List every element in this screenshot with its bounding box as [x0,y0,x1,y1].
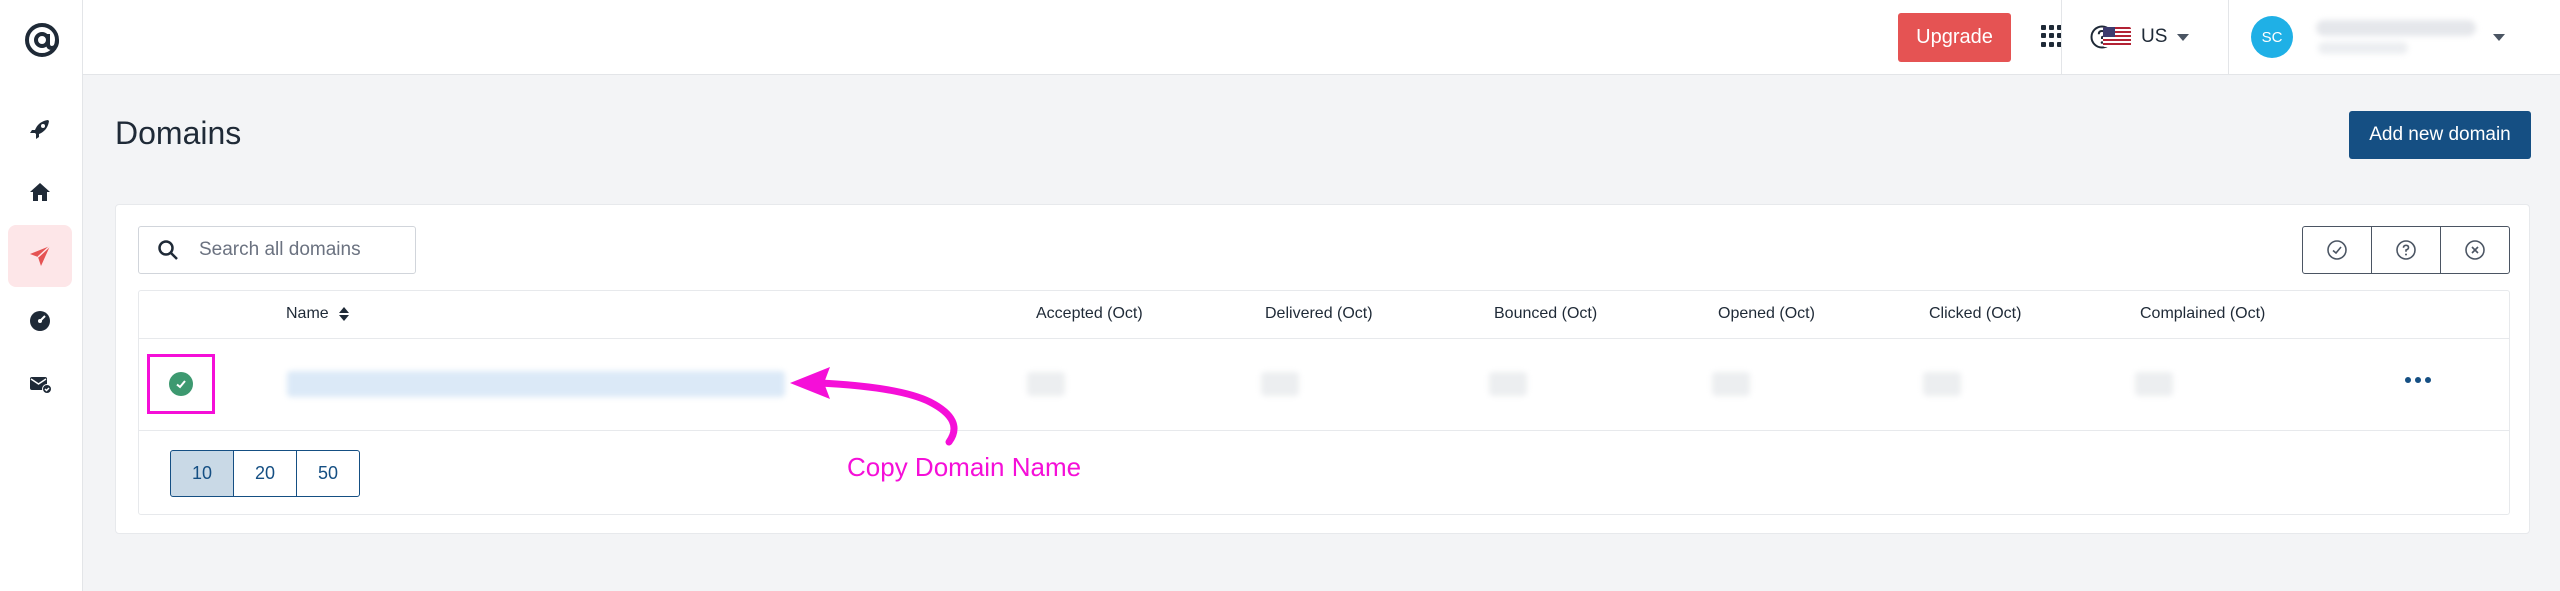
page-title: Domains [115,115,242,151]
annotation-label: Copy Domain Name [847,452,1082,482]
status-highlight-box [147,354,215,414]
add-new-domain-button[interactable]: Add new domain [2349,111,2531,159]
filter-unverified-button[interactable] [2371,226,2441,274]
table-row[interactable] [139,339,2509,431]
apps-grid-icon[interactable] [2041,25,2063,47]
account-chevron-down-icon[interactable] [2493,34,2505,41]
row-actions-more-icon[interactable] [2405,377,2431,383]
search-box[interactable] [138,226,416,274]
clicked-count-redacted [1923,372,1961,396]
sidebar-item-analytics[interactable] [8,290,72,352]
logo-icon[interactable] [22,20,62,60]
rocket-icon [30,120,49,139]
column-header-delivered: Delivered (Oct) [1265,305,1373,322]
column-header-complained: Complained (Oct) [2140,305,2266,322]
filter-verified-button[interactable] [2302,226,2372,274]
send-icon [30,245,51,266]
verified-status-icon [169,372,193,396]
table-header: Name Accepted (Oct) Delivered (Oct) Boun… [139,291,2509,339]
question-circle-icon [2396,240,2416,260]
delivered-count-redacted [1261,372,1299,396]
topbar-divider [2228,0,2229,75]
region-label: US [2141,26,2168,47]
check-circle-icon [2327,240,2347,260]
chevron-down-icon [2177,33,2190,41]
sort-icon[interactable] [338,306,349,322]
us-flag-icon [2103,27,2131,47]
domains-card: Name Accepted (Oct) Delivered (Oct) Boun… [115,204,2530,534]
search-input[interactable] [199,239,399,261]
page-size-selector: 10 20 50 [170,450,360,497]
sidebar-item-home[interactable] [8,161,72,223]
topbar-divider [2061,0,2062,75]
page-size-10-button[interactable]: 10 [170,450,234,497]
status-filter-group [2302,226,2510,274]
annotation-arrow [790,367,958,446]
mail-check-icon [30,377,52,394]
home-icon [30,183,50,201]
avatar[interactable]: SC [2251,16,2293,58]
sidebar [0,0,83,591]
column-header-clicked: Clicked (Oct) [1929,305,2022,322]
account-name-redacted[interactable] [2316,16,2476,56]
filter-disabled-button[interactable] [2440,226,2510,274]
accepted-count-redacted [1027,372,1065,396]
column-header-accepted: Accepted (Oct) [1036,305,1143,322]
sidebar-item-getting-started[interactable] [8,98,72,160]
x-circle-icon [2465,240,2485,260]
column-header-name[interactable]: Name [286,305,349,323]
page-size-20-button[interactable]: 20 [233,450,297,497]
search-icon [158,240,178,260]
domain-name-redacted[interactable] [287,371,785,397]
sidebar-item-validations[interactable] [8,353,72,415]
opened-count-redacted [1712,372,1750,396]
sidebar-item-sending[interactable] [8,225,72,287]
complained-count-redacted [2135,372,2173,396]
column-header-opened: Opened (Oct) [1718,305,1815,322]
column-header-bounced: Bounced (Oct) [1494,305,1598,322]
topbar: Upgrade US SC [83,0,2560,75]
dashboard-gauge-icon [30,311,50,331]
region-selector[interactable]: US [2103,24,2190,50]
domains-table: Name Accepted (Oct) Delivered (Oct) Boun… [138,290,2510,515]
page-size-50-button[interactable]: 50 [296,450,360,497]
upgrade-button[interactable]: Upgrade [1898,13,2011,62]
bounced-count-redacted [1489,372,1527,396]
